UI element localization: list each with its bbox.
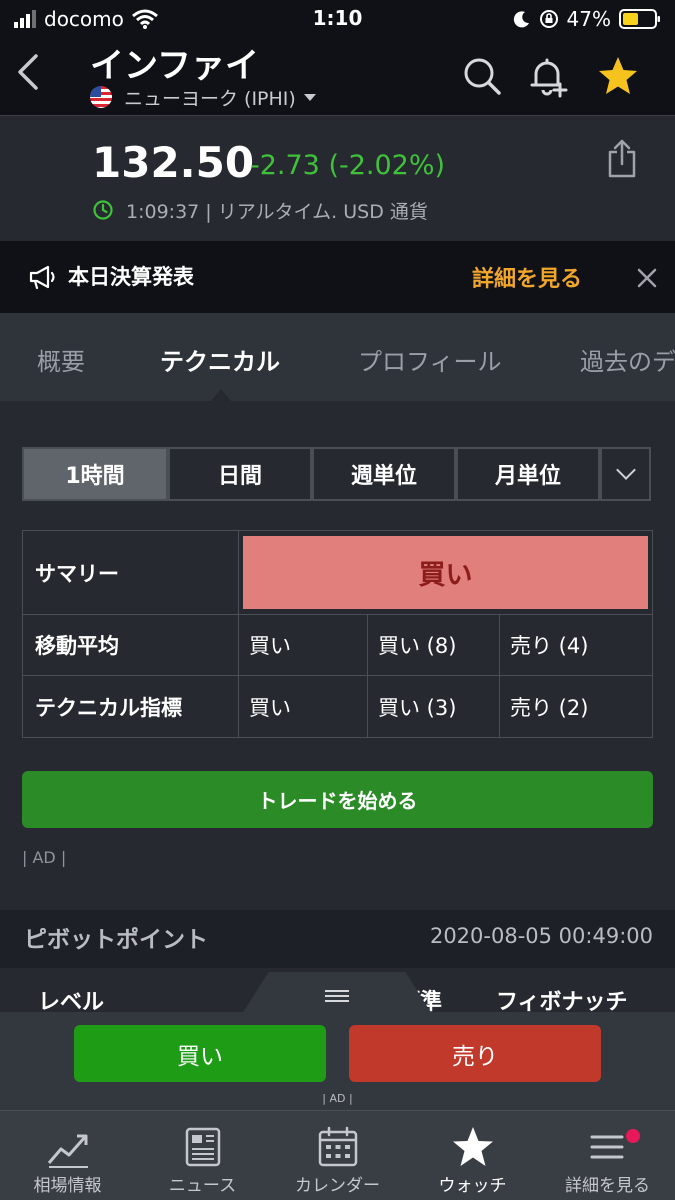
moving-average-label: 移動平均 — [23, 615, 239, 676]
news-icon — [185, 1127, 221, 1167]
battery-percent: 47% — [566, 7, 611, 31]
tab-technical[interactable]: テクニカル — [160, 342, 280, 377]
chart-icon — [47, 1134, 88, 1168]
clock-icon — [93, 200, 113, 220]
ad-label-small: | AD | — [322, 1092, 353, 1105]
tab-overview[interactable]: 概要 — [37, 342, 85, 377]
menu-icon — [590, 1135, 624, 1159]
buy-button[interactable]: 買い — [74, 1025, 326, 1082]
earnings-details-link[interactable]: 詳細を見る — [472, 261, 582, 293]
timeframe-more-dropdown[interactable] — [600, 447, 651, 501]
technical-indicators-label: テクニカル指標 — [23, 676, 239, 737]
quote-time-row: 1:09:37 | リアルタイム. USD 通貨 — [92, 198, 428, 223]
status-bar: docomo 1:10 47% — [0, 0, 675, 38]
technical-indicators-signal: 買い — [239, 676, 368, 737]
bottom-tab-news[interactable]: ニュース — [135, 1111, 270, 1200]
pivot-points-header: ピボットポイント 2020-08-05 00:49:00 — [0, 910, 675, 968]
back-icon[interactable] — [14, 52, 44, 92]
bottom-tab-more[interactable]: 詳細を見る — [540, 1111, 675, 1200]
tab-profile[interactable]: プロフィール — [358, 342, 502, 377]
timeframe-weekly[interactable]: 週単位 — [312, 447, 456, 501]
trade-action-bar: 買い 売り | AD | — [0, 1012, 675, 1110]
caret-down-icon — [303, 93, 316, 101]
summary-signal-badge: 買い — [243, 536, 648, 609]
notification-badge — [626, 1129, 640, 1143]
exchange-label: ニューヨーク (IPHI) — [124, 87, 296, 110]
start-trading-button[interactable]: トレードを始める — [22, 771, 653, 828]
us-flag-icon — [90, 86, 112, 108]
summary-label: サマリー — [23, 531, 239, 615]
battery-icon — [619, 9, 660, 29]
quote-time: 1:09:37 | リアルタイム. USD 通貨 — [126, 200, 428, 223]
share-icon[interactable] — [605, 138, 639, 178]
timeframe-daily[interactable]: 日間 — [168, 447, 312, 501]
moving-average-buy-count: 買い (8) — [368, 615, 500, 676]
bottom-tab-calendar[interactable]: カレンダー — [270, 1111, 405, 1200]
active-tab-indicator — [211, 389, 231, 401]
add-alert-bell-icon[interactable] — [526, 54, 570, 98]
exchange-selector[interactable]: ニューヨーク (IPHI) — [90, 84, 316, 110]
rotation-lock-icon — [539, 10, 558, 28]
close-icon[interactable] — [634, 265, 660, 291]
megaphone-icon — [29, 265, 55, 290]
technical-indicators-sell-count: 売り (2) — [510, 695, 589, 720]
earnings-banner: 本日決算発表 詳細を見る — [0, 241, 675, 313]
moving-average-signal: 買い — [239, 615, 368, 676]
nav-bar: インファイ ニューヨーク (IPHI) — [0, 38, 675, 115]
star-favorite-icon[interactable] — [596, 54, 640, 98]
bottom-tab-watchlist[interactable]: ウォッチ — [405, 1111, 540, 1200]
bottom-tab-bar: 相場情報 ニュース カレンダー ウォッチ 詳細を見る — [0, 1110, 675, 1200]
tab-history[interactable]: 過去のデ — [580, 342, 675, 377]
drawer-handle-icon — [325, 990, 349, 1002]
quote-panel: 132.50 -2.73 (-2.02%) 1:09:37 | リアルタイム. … — [0, 115, 675, 241]
bottom-tab-markets-label: 相場情報 — [33, 1176, 102, 1196]
section-tabs: 概要 テクニカル プロフィール 過去のデ — [0, 313, 675, 401]
moving-average-sell-count: 売り (4) — [500, 615, 652, 676]
timeframe-monthly[interactable]: 月単位 — [456, 447, 600, 501]
technical-indicators-buy-count: 買い (3) — [368, 676, 500, 737]
sell-button[interactable]: 売り — [349, 1025, 601, 1082]
chevron-down-icon — [615, 460, 636, 480]
price-change: -2.73 (-2.02%) — [250, 150, 446, 181]
instrument-title: インファイ — [90, 46, 259, 86]
ad-label: | AD | — [22, 848, 67, 867]
timeframe-1h[interactable]: 1時間 — [22, 447, 168, 501]
calendar-icon — [318, 1126, 358, 1167]
earnings-title: 本日決算発表 — [68, 265, 194, 289]
bottom-tab-news-label: ニュース — [168, 1176, 237, 1196]
status-right: 47% — [513, 6, 661, 32]
pivot-points-date: 2020-08-05 00:49:00 — [429, 924, 653, 948]
bottom-tab-calendar-label: カレンダー — [295, 1176, 380, 1196]
search-icon[interactable] — [460, 54, 504, 98]
bottom-tab-watchlist-label: ウォッチ — [438, 1176, 507, 1196]
last-price: 132.50 — [92, 138, 255, 187]
pivot-points-title: ピボットポイント — [24, 927, 208, 953]
bottom-tab-markets[interactable]: 相場情報 — [0, 1111, 135, 1200]
bottom-tab-more-label: 詳細を見る — [565, 1176, 650, 1196]
moon-icon — [513, 11, 529, 28]
star-icon — [453, 1127, 493, 1166]
